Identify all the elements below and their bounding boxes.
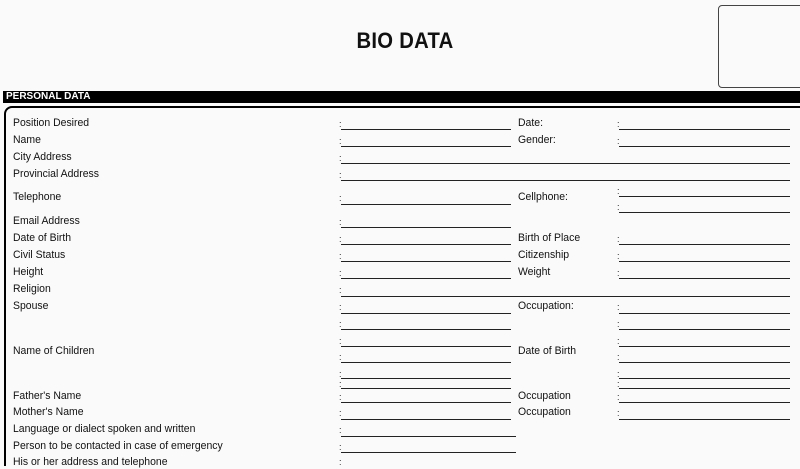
date-field[interactable] (619, 129, 790, 130)
label-gender: Gender: (518, 134, 556, 146)
position-desired-field[interactable] (341, 129, 511, 130)
label-civil-status: Civil Status (13, 249, 66, 261)
label-children-date-of-birth: Date of Birth (518, 345, 577, 357)
child-dob-field-2[interactable] (619, 362, 790, 363)
weight-field[interactable] (619, 278, 790, 279)
label-weight: Weight (518, 266, 551, 278)
label-citizenship: Citizenship (518, 249, 570, 261)
colon: : (339, 392, 342, 402)
colon: : (617, 352, 620, 362)
spouse-field-1[interactable] (341, 313, 511, 314)
label-cellphone: Cellphone: (518, 191, 568, 203)
language-field[interactable] (341, 436, 516, 437)
colon: : (339, 457, 342, 467)
child-name-field-1[interactable] (341, 346, 511, 347)
colon: : (617, 268, 620, 278)
label-birth-of-place: Birth of Place (518, 232, 581, 244)
page-title: BIO DATA (356, 28, 454, 53)
label-provincial-address: Provincial Address (13, 168, 99, 180)
colon: : (339, 408, 342, 418)
colon: : (339, 285, 342, 295)
colon: : (617, 251, 620, 261)
label-date: Date: (518, 117, 543, 129)
label-spouse: Spouse (13, 300, 49, 312)
colon: : (617, 234, 620, 244)
child-name-field-2[interactable] (341, 362, 511, 363)
label-position-desired: Position Desired (13, 117, 90, 129)
colon: : (339, 153, 342, 163)
email-address-field[interactable] (341, 227, 511, 228)
cellphone-field-1[interactable] (619, 196, 790, 197)
colon: : (339, 136, 342, 146)
colon: : (617, 119, 620, 129)
colon: : (339, 268, 342, 278)
colon: : (339, 442, 342, 452)
spouse-occupation-field-2[interactable] (619, 329, 790, 330)
colon: : (339, 193, 342, 203)
height-field[interactable] (341, 278, 511, 279)
colon: : (617, 202, 620, 212)
colon: : (617, 408, 620, 418)
colon: : (339, 217, 342, 227)
colon: : (617, 186, 620, 196)
colon: : (339, 251, 342, 261)
colon: : (339, 336, 342, 346)
label-emergency-contact: Person to be contacted in case of emerge… (13, 440, 223, 452)
child-dob-field-4[interactable] (619, 388, 790, 389)
colon: : (617, 136, 620, 146)
label-mothers-name: Mother's Name (13, 406, 84, 418)
label-mothers-occupation: Occupation (518, 406, 571, 418)
religion-field[interactable] (341, 296, 790, 297)
label-name: Name (13, 134, 41, 146)
colon: : (617, 319, 620, 329)
child-dob-field-3[interactable] (619, 378, 790, 379)
label-religion: Religion (13, 283, 51, 295)
personal-data-frame (4, 106, 800, 466)
mothers-occupation-field[interactable] (619, 419, 790, 420)
label-spouse-occupation: Occupation: (518, 300, 574, 312)
colon: : (339, 352, 342, 362)
city-address-field[interactable] (341, 163, 790, 164)
child-name-field-4[interactable] (341, 388, 511, 389)
label-language: Language or dialect spoken and written (13, 423, 196, 435)
child-name-field-3[interactable] (341, 378, 511, 379)
colon: : (339, 119, 342, 129)
label-height: Height (13, 266, 44, 278)
colon: : (617, 392, 620, 402)
child-dob-field-1[interactable] (619, 346, 790, 347)
name-field[interactable] (341, 146, 511, 147)
photo-box (718, 5, 800, 88)
civil-status-field[interactable] (341, 261, 511, 262)
colon: : (339, 319, 342, 329)
date-of-birth-field[interactable] (341, 244, 511, 245)
provincial-address-field[interactable] (341, 180, 790, 181)
colon: : (339, 170, 342, 180)
label-telephone: Telephone (13, 191, 62, 203)
colon: : (339, 234, 342, 244)
cellphone-field-2[interactable] (619, 212, 790, 213)
colon: : (339, 425, 342, 435)
citizenship-field[interactable] (619, 261, 790, 262)
section-header-personal-data: PERSONAL DATA (3, 91, 800, 103)
emergency-contact-field[interactable] (341, 452, 516, 453)
label-date-of-birth: Date of Birth (13, 232, 72, 244)
colon: : (339, 302, 342, 312)
label-fathers-occupation: Occupation (518, 390, 571, 402)
gender-field[interactable] (619, 146, 790, 147)
telephone-field[interactable] (341, 204, 511, 205)
colon: : (617, 302, 620, 312)
birth-of-place-field[interactable] (619, 244, 790, 245)
fathers-occupation-field[interactable] (619, 402, 790, 403)
colon: : (617, 336, 620, 346)
mothers-name-field[interactable] (341, 419, 511, 420)
fathers-name-field[interactable] (341, 402, 511, 403)
spouse-field-2[interactable] (341, 329, 511, 330)
label-email-address: Email Address (13, 215, 80, 227)
label-name-of-children: Name of Children (13, 345, 95, 357)
spouse-occupation-field-1[interactable] (619, 313, 790, 314)
label-fathers-name: Father's Name (13, 390, 82, 402)
label-city-address: City Address (13, 151, 72, 163)
